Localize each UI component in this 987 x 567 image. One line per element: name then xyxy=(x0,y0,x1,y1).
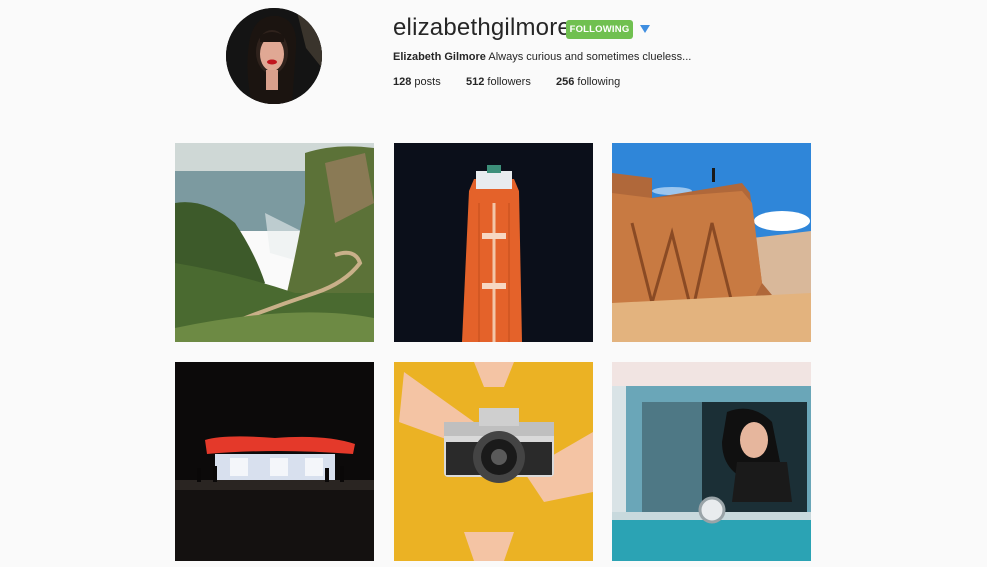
followers-label: followers xyxy=(487,76,531,88)
profile-bio: Elizabeth Gilmore Always curious and som… xyxy=(393,51,691,63)
post-tile-gas-station[interactable] xyxy=(175,362,374,561)
post-tile-tanker-ship[interactable] xyxy=(394,143,593,342)
followers-count: 512 xyxy=(466,76,485,88)
following-button[interactable]: FOLLOWING xyxy=(566,20,633,39)
followers-stat[interactable]: 512 followers xyxy=(466,76,531,88)
following-label: following xyxy=(577,76,621,88)
posts-count-stat[interactable]: 128 posts xyxy=(393,76,441,88)
profile-avatar xyxy=(226,8,322,104)
profile-full-name: Elizabeth Gilmore xyxy=(393,51,486,63)
caret-down-icon[interactable] xyxy=(640,25,650,33)
posts-label: posts xyxy=(414,76,441,88)
posts-count: 128 xyxy=(393,76,412,88)
post-tile-camera-hands[interactable] xyxy=(394,362,593,561)
profile-username: elizabethgilmore xyxy=(393,14,571,41)
following-stat[interactable]: 256 following xyxy=(556,76,620,88)
following-count: 256 xyxy=(556,76,575,88)
profile-bio-text: Always curious and sometimes clueless... xyxy=(488,51,692,63)
post-tile-coastal-cliff[interactable] xyxy=(175,143,374,342)
post-tile-rock-cliff[interactable] xyxy=(612,143,811,342)
post-tile-vintage-car[interactable] xyxy=(612,362,811,561)
